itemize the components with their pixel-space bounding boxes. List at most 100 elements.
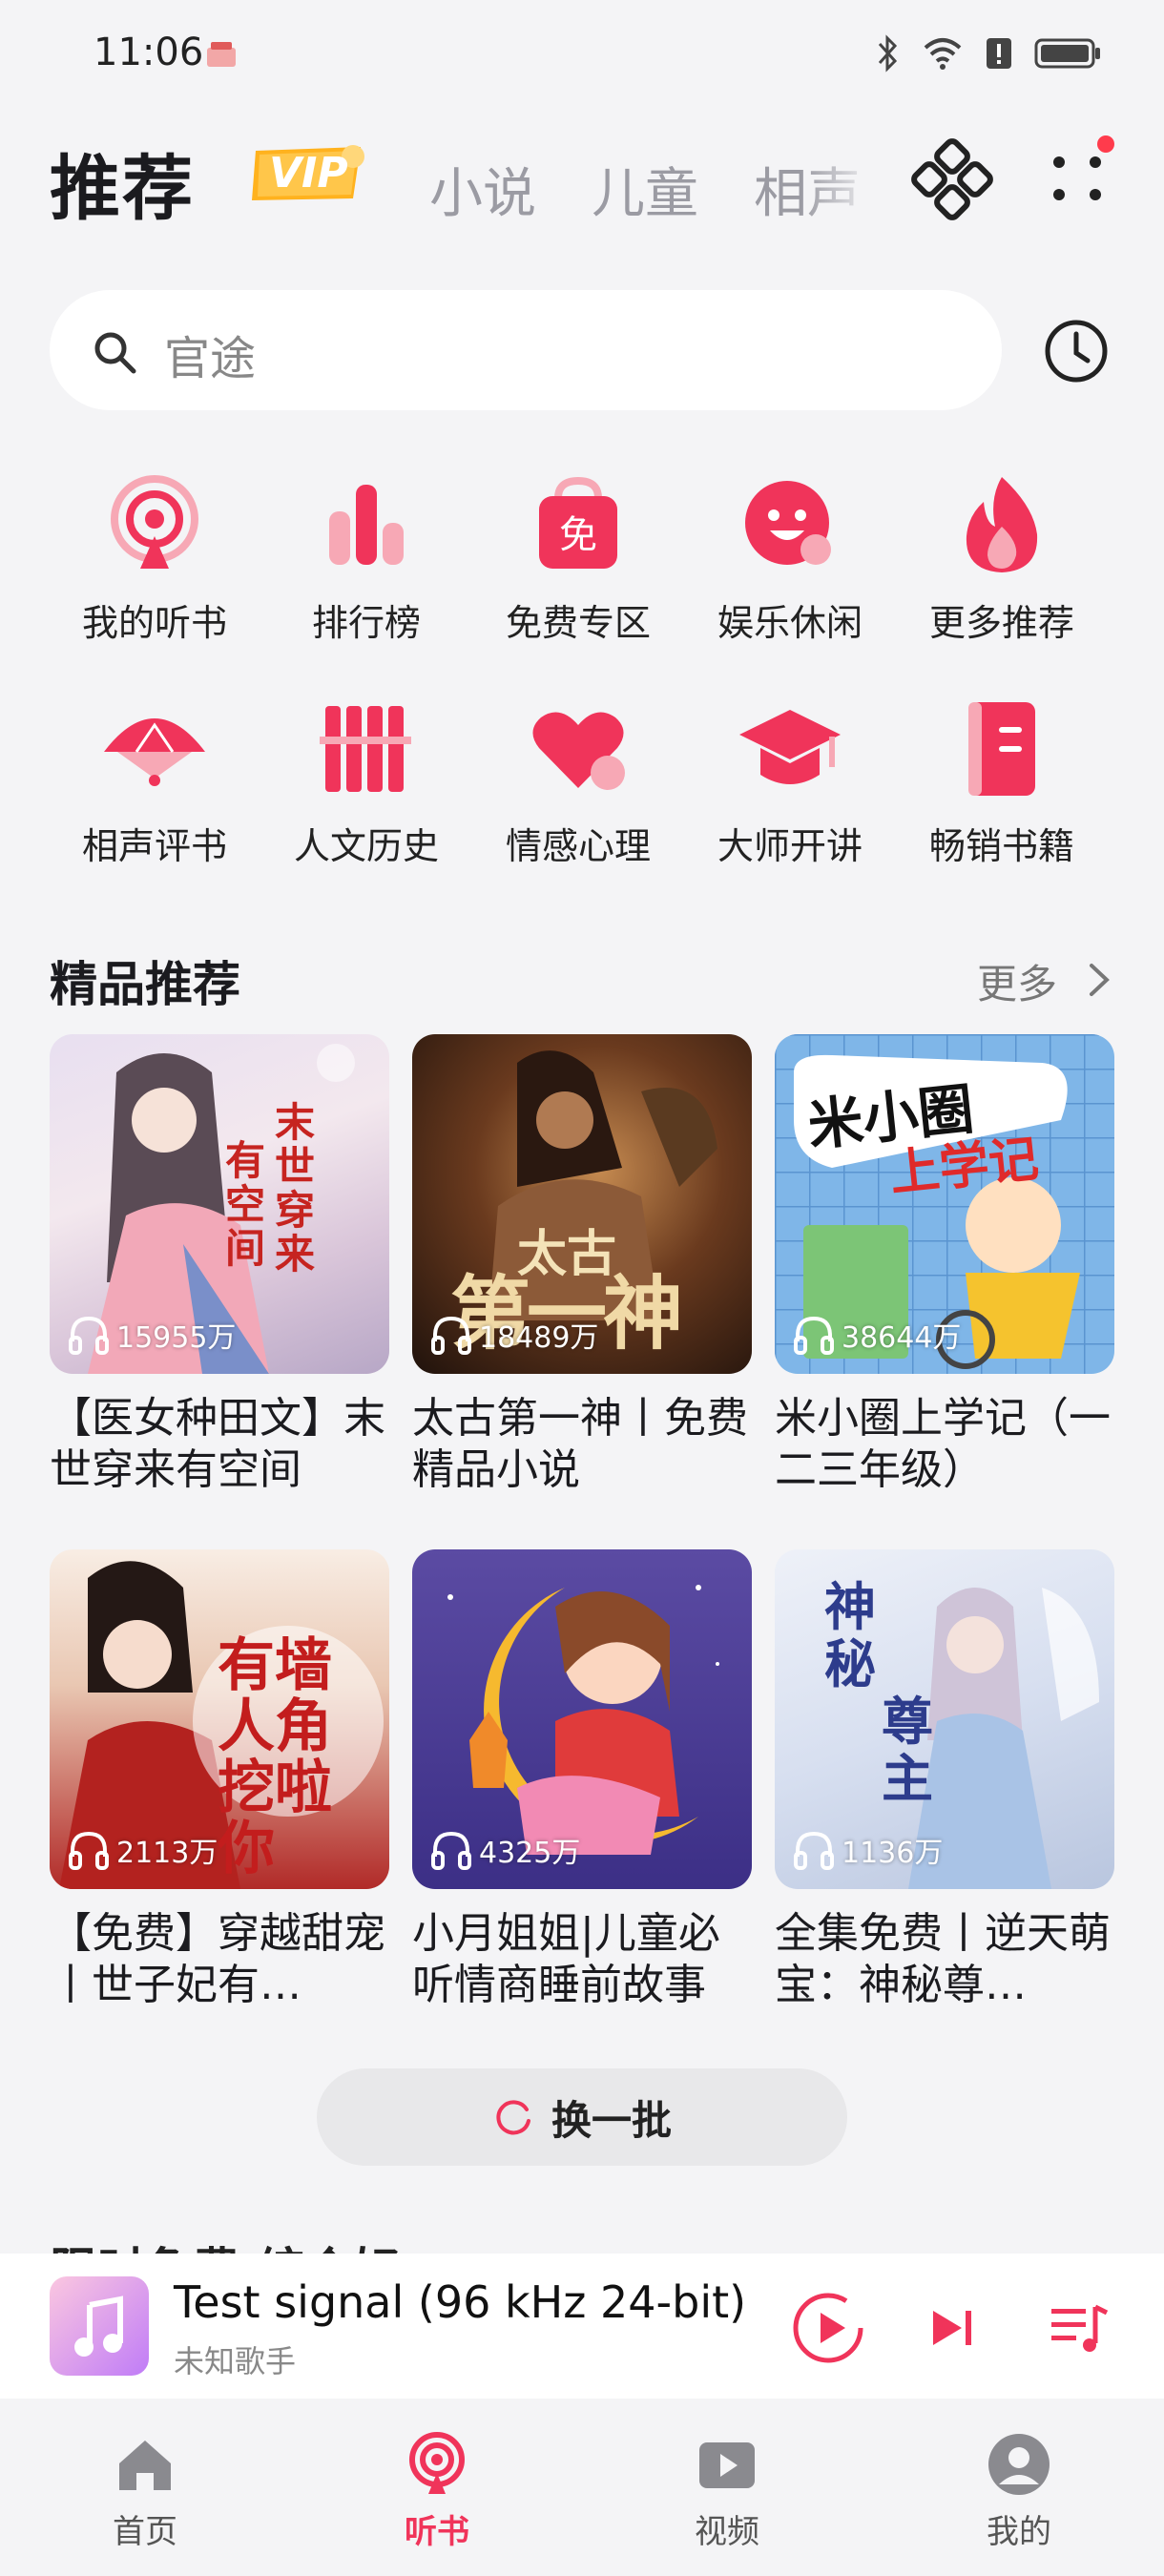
cover-title: 有空间 <box>225 1137 266 1272</box>
tab-novel[interactable]: 小说 <box>429 151 536 228</box>
category-label: 娱乐休闲 <box>717 602 863 644</box>
headphones-icon <box>794 1316 834 1355</box>
book-cover: 有墙人角挖啦你 2113万 <box>50 1549 389 1889</box>
notification-icon <box>207 42 236 67</box>
chevron-right-icon[interactable] <box>1084 960 1112 1000</box>
nav-home[interactable]: 首页 <box>50 2431 240 2552</box>
category-label: 人文历史 <box>293 825 439 867</box>
section-more-link[interactable]: 更多 <box>977 952 1057 1010</box>
book-icon <box>968 702 1035 796</box>
history-clock-icon[interactable] <box>1042 317 1111 385</box>
play-count-value: 38644万 <box>842 1321 962 1355</box>
play-count: 2113万 <box>67 1828 218 1872</box>
graduation-cap-icon <box>739 710 841 784</box>
book-title: 太古第一神丨免费精品小说 <box>412 1394 748 1494</box>
play-count: 15955万 <box>67 1313 236 1357</box>
refresh-icon <box>496 2100 530 2135</box>
section-title: 精品推荐 <box>50 957 240 1012</box>
category-label: 更多推荐 <box>928 602 1074 644</box>
book-card[interactable]: 4325万 小月姐姐|儿童必听情商睡前故事 <box>412 1549 752 2011</box>
book-card[interactable]: 神秘 尊主 1136万 全集免费丨逆天萌宝：神秘尊… <box>775 1549 1114 2011</box>
play-count-value: 15955万 <box>116 1321 237 1355</box>
play-count: 4325万 <box>429 1828 580 1872</box>
book-card[interactable]: 太古 第一神 18489万 太古第一神丨免费精品小说 <box>412 1034 752 1496</box>
tab-children[interactable]: 儿童 <box>592 151 698 228</box>
cover-title: 末世穿来 <box>275 1099 316 1278</box>
bamboo-scroll-icon <box>320 706 411 792</box>
category-emotion[interactable]: 情感心理 <box>483 693 674 869</box>
playlist-button[interactable] <box>1040 2290 1116 2366</box>
avatar-icon <box>988 2434 1050 2495</box>
play-count-value: 18489万 <box>479 1321 599 1355</box>
category-label: 排行榜 <box>311 602 421 644</box>
flame-icon <box>966 477 1038 572</box>
play-button[interactable] <box>790 2290 866 2366</box>
headphones-icon <box>431 1316 471 1355</box>
headphones-icon <box>431 1831 471 1870</box>
category-more-recommend[interactable]: 更多推荐 <box>906 469 1097 646</box>
next-track-button[interactable] <box>914 2290 990 2366</box>
headphones-icon <box>69 1316 109 1355</box>
notification-dot <box>1097 135 1114 153</box>
video-icon <box>699 2442 755 2488</box>
book-cover: 4325万 <box>412 1549 752 1889</box>
music-note-icon <box>74 2296 123 2357</box>
category-crosstalk[interactable]: 相声评书 <box>59 693 250 869</box>
play-count-value: 2113万 <box>116 1837 218 1870</box>
category-bestseller[interactable]: 畅销书籍 <box>906 693 1097 869</box>
podcast-icon <box>111 475 198 569</box>
svg-text:免: 免 <box>559 513 597 557</box>
ranking-bars-icon <box>329 485 404 565</box>
headphones-icon <box>69 1831 109 1870</box>
headphones-icon <box>794 1831 834 1870</box>
category-label: 我的听书 <box>81 602 227 644</box>
category-label: 情感心理 <box>505 825 651 867</box>
nav-label: 听书 <box>405 2513 469 2551</box>
book-card[interactable]: 末世穿来 有空间 15955万 【医女种田文】末世穿来有空间 <box>50 1034 389 1496</box>
refresh-button[interactable]: 换一批 <box>317 2068 847 2166</box>
nav-label: 首页 <box>113 2513 177 2551</box>
category-free-zone[interactable]: 免 免费专区 <box>483 469 674 646</box>
nav-audiobooks[interactable]: 听书 <box>342 2431 532 2552</box>
category-entertainment[interactable]: 娱乐休闲 <box>695 469 885 646</box>
nav-profile[interactable]: 我的 <box>924 2431 1114 2552</box>
play-count: 18489万 <box>429 1313 598 1357</box>
fan-icon <box>104 718 205 786</box>
category-ranking[interactable]: 排行榜 <box>271 469 462 646</box>
book-cover: 神秘 尊主 1136万 <box>775 1549 1114 1889</box>
book-card[interactable]: 有墙人角挖啦你 2113万 【免费】穿越甜宠丨世子妃有… <box>50 1549 389 2011</box>
status-time: 11:06 <box>94 31 204 74</box>
book-title: 【免费】穿越甜宠丨世子妃有… <box>50 1909 385 2009</box>
play-count-value: 1136万 <box>842 1837 944 1870</box>
book-cover: 米小圈 上学记 38644万 <box>775 1034 1114 1374</box>
bluetooth-icon <box>878 34 898 73</box>
wifi-icon <box>924 38 962 70</box>
category-grid-icon[interactable] <box>911 138 995 222</box>
category-history[interactable]: 人文历史 <box>271 693 462 869</box>
category-master-lecture[interactable]: 大师开讲 <box>695 693 885 869</box>
vip-badge[interactable]: VIP <box>250 143 372 204</box>
search-input[interactable]: 官途 <box>164 321 256 387</box>
book-title: 【医女种田文】末世穿来有空间 <box>50 1394 385 1494</box>
player-cover <box>50 2276 149 2376</box>
status-icons <box>874 34 1101 73</box>
cover-title: 神秘 <box>824 1576 876 1694</box>
category-label: 大师开讲 <box>717 825 863 867</box>
play-count: 1136万 <box>792 1828 943 1872</box>
heart-icon <box>532 712 625 790</box>
alert-icon <box>987 38 1011 69</box>
book-cover: 末世穿来 有空间 15955万 <box>50 1034 389 1374</box>
category-my-audiobooks[interactable]: 我的听书 <box>59 469 250 646</box>
book-title: 小月姐姐|儿童必听情商睡前故事 <box>412 1909 720 2009</box>
nav-video[interactable]: 视频 <box>632 2431 822 2552</box>
cover-title: 有墙人角挖啦你 <box>218 1632 332 1882</box>
book-title: 全集免费丨逆天萌宝：神秘尊… <box>775 1909 1111 2009</box>
podcast-icon <box>409 2432 465 2494</box>
nav-label: 我的 <box>987 2513 1051 2551</box>
free-bag-icon: 免 <box>539 476 617 569</box>
book-card[interactable]: 米小圈 上学记 38644万 米小圈上学记（一二三年级） <box>775 1034 1114 1496</box>
book-cover: 太古 第一神 18489万 <box>412 1034 752 1374</box>
play-count-value: 4325万 <box>479 1837 581 1870</box>
tab-fade <box>801 134 878 229</box>
category-label: 相声评书 <box>81 825 227 867</box>
